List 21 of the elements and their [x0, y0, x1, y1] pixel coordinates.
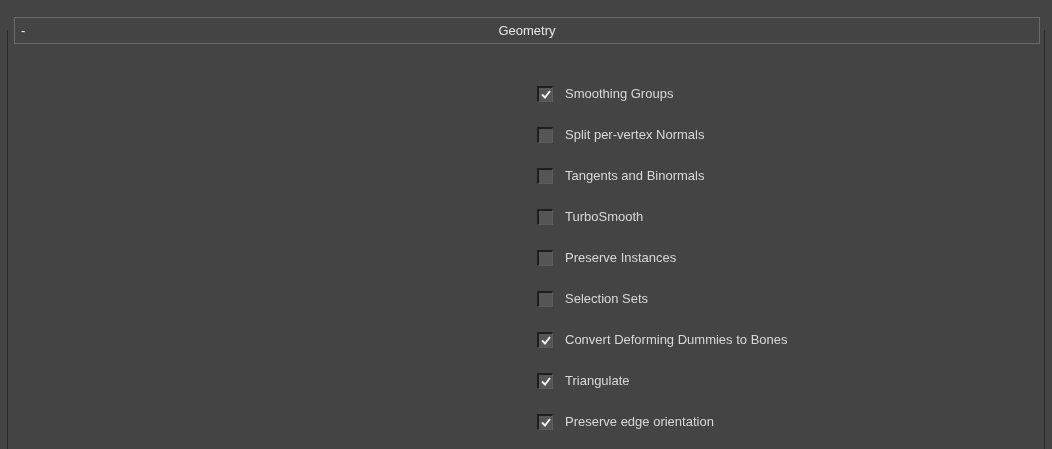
checkbox-label[interactable]: Selection Sets — [565, 289, 649, 309]
checkbox-label[interactable]: Tangents and Binormals — [565, 166, 705, 186]
checkbox[interactable] — [537, 250, 553, 266]
checkbox-label[interactable]: TurboSmooth — [565, 207, 644, 227]
checkbox[interactable] — [537, 209, 553, 225]
checkbox[interactable] — [537, 332, 553, 348]
checkbox[interactable] — [537, 168, 553, 184]
checkbox-label[interactable]: Convert Deforming Dummies to Bones — [565, 330, 788, 350]
checkbox-label[interactable]: Preserve Instances — [565, 248, 677, 268]
checkbox[interactable] — [537, 291, 553, 307]
collapse-toggle[interactable]: - — [15, 20, 35, 41]
checkbox[interactable] — [537, 373, 553, 389]
checkbox[interactable] — [537, 86, 553, 102]
rollout-header[interactable]: - Geometry — [14, 17, 1040, 44]
checkbox-label[interactable]: Triangulate — [565, 371, 630, 391]
checkbox-label[interactable]: Smoothing Groups — [565, 84, 674, 104]
checkbox-label[interactable]: Preserve edge orientation — [565, 412, 714, 432]
checkbox[interactable] — [537, 414, 553, 430]
checkbox-label[interactable]: Split per-vertex Normals — [565, 125, 705, 145]
rollout-title: Geometry — [497, 21, 557, 40]
checkbox[interactable] — [537, 127, 553, 143]
